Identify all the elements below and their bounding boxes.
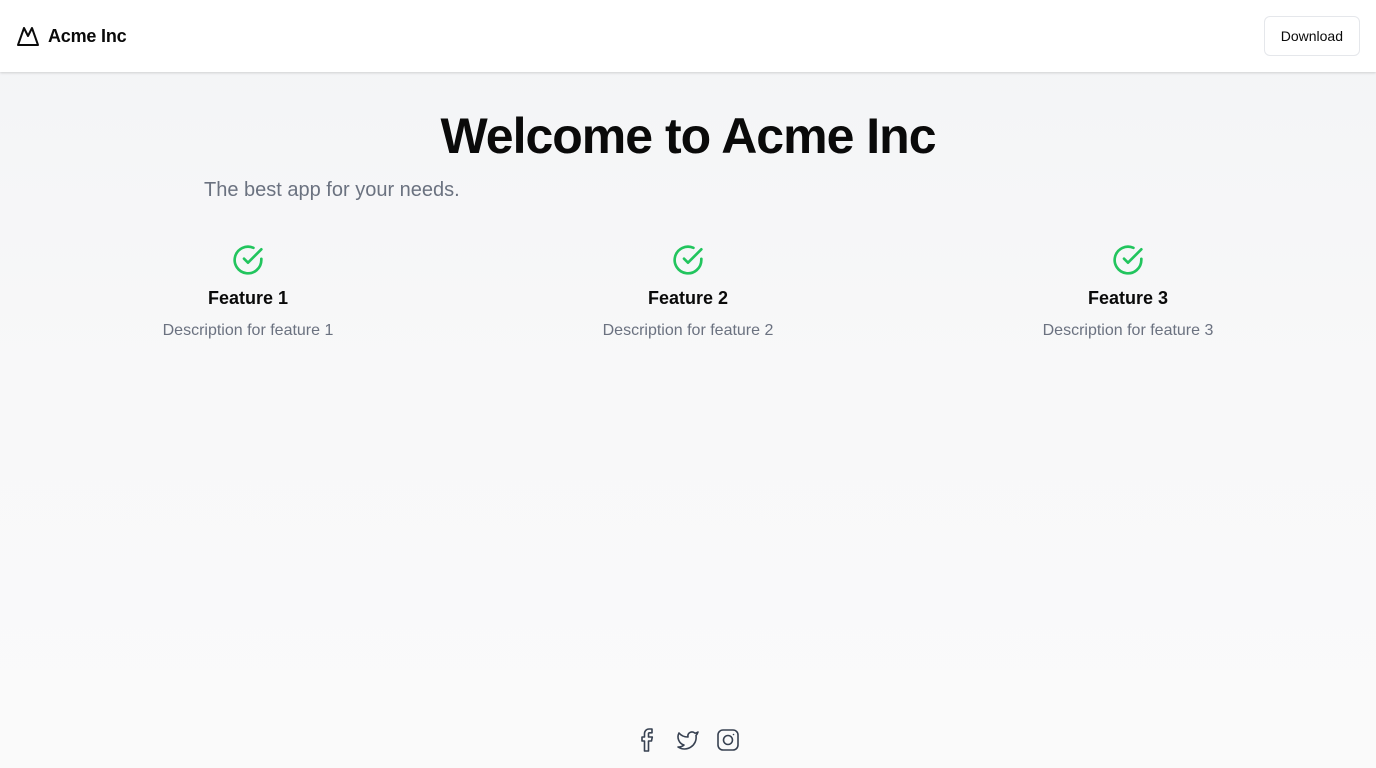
- twitter-link[interactable]: [676, 726, 700, 754]
- check-circle-icon: [1113, 245, 1143, 275]
- facebook-link[interactable]: [636, 726, 660, 754]
- feature-title: Feature 3: [1087, 288, 1169, 308]
- hero-title: Welcome to Acme Inc: [440, 108, 936, 164]
- brand-link[interactable]: Acme Inc: [16, 24, 127, 48]
- check-circle-icon: [673, 245, 703, 275]
- feature-card-3: Feature 3 Description for feature 3: [978, 244, 1278, 341]
- mountain-icon: [17, 27, 39, 46]
- feature-title: Feature 1: [207, 288, 289, 308]
- feature-description: Description for feature 3: [1042, 322, 1214, 339]
- hero-subtitle: The best app for your needs.: [204, 179, 460, 201]
- instagram-icon: [717, 729, 739, 751]
- feature-description: Description for feature 1: [162, 322, 334, 339]
- feature-title: Feature 2: [647, 288, 729, 308]
- instagram-link[interactable]: [716, 726, 740, 754]
- feature-description: Description for feature 2: [602, 322, 774, 339]
- feature-card-1: Feature 1 Description for feature 1: [98, 244, 398, 341]
- footer: [0, 726, 1376, 754]
- brand-name: Acme Inc: [48, 25, 127, 46]
- download-button[interactable]: Download: [1263, 16, 1360, 56]
- check-circle-icon: [233, 245, 263, 275]
- feature-card-2: Feature 2 Description for feature 2: [538, 244, 838, 341]
- twitter-icon: [677, 731, 699, 750]
- facebook-icon: [641, 728, 654, 752]
- top-nav: Acme Inc Download: [0, 0, 1376, 72]
